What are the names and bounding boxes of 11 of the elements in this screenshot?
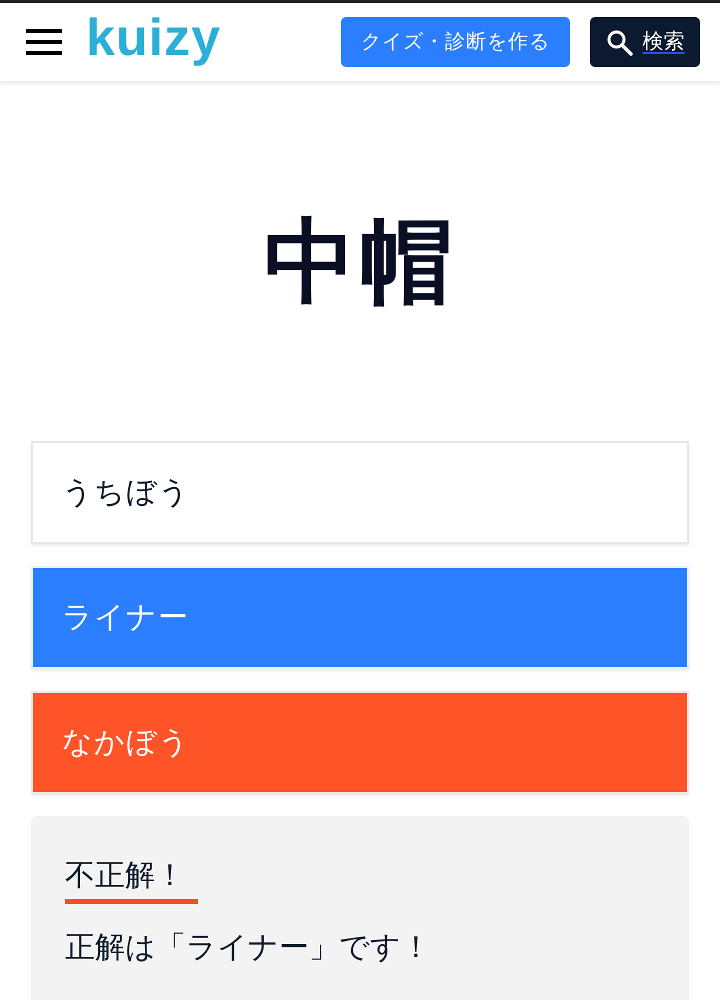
create-quiz-button[interactable]: クイズ・診断を作る (341, 17, 570, 67)
answer-choice[interactable]: ライナー (31, 566, 689, 669)
answer-choice[interactable]: うちぼう (31, 441, 689, 544)
answer-choice[interactable]: なかぼう (31, 691, 689, 794)
answer-message: 正解は「ライナー」です！ (65, 930, 431, 966)
verdict-text: 不正解！ (65, 858, 185, 894)
search-icon (606, 28, 632, 56)
search-button[interactable]: 検索 (590, 17, 700, 67)
question-title: 中帽 (264, 216, 456, 308)
menu-icon[interactable] (26, 29, 62, 55)
site-logo[interactable]: kuizy (86, 12, 222, 72)
